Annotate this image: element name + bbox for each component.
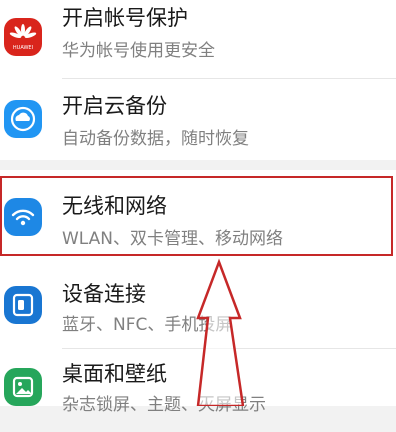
annotation-arrow [196, 258, 245, 406]
